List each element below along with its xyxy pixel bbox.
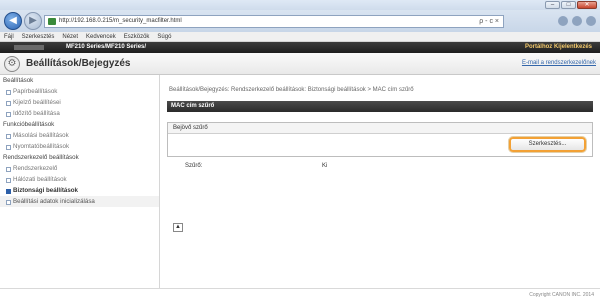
favorites-icon[interactable] xyxy=(572,16,582,26)
settings-icon[interactable] xyxy=(586,16,596,26)
sidebar-item-timer[interactable]: Időzítő beállítása xyxy=(0,108,159,119)
menu-view[interactable]: Nézet xyxy=(62,32,78,41)
page-icon xyxy=(48,18,56,25)
email-admin-link[interactable]: E-mail a rendszerkezelőnek xyxy=(522,60,596,66)
window-controls: – □ ✕ xyxy=(545,1,597,9)
menu-edit[interactable]: Szerkesztés xyxy=(22,32,55,41)
sidebar-item-system-manager[interactable]: Rendszerkezelő xyxy=(0,163,159,174)
sidebar-item-init[interactable]: Beállítási adatok inicializálása xyxy=(0,196,159,207)
browser-navbar: ◀ ▶ http://192.168.0.215/m_security_macf… xyxy=(0,10,600,32)
device-model: MF210 Series/MF210 Series/ xyxy=(66,44,147,50)
menu-file[interactable]: Fájl xyxy=(4,32,14,41)
maximize-button[interactable]: □ xyxy=(561,1,576,9)
app-topbar: MF210 Series/MF210 Series/ Portálhoz Kij… xyxy=(0,42,600,53)
settings-gear-icon: ⚙ xyxy=(4,56,20,72)
menu-bar: Fájl Szerkesztés Nézet Kedvencek Eszközö… xyxy=(0,32,600,42)
address-bar[interactable]: http://192.168.0.215/m_security_macfilte… xyxy=(44,15,504,28)
sidebar-item-network[interactable]: Hálózati beállítások xyxy=(0,174,159,185)
address-tools[interactable]: ρ - c × xyxy=(479,16,499,27)
menu-tools[interactable]: Eszközök xyxy=(124,32,150,41)
browser-icons xyxy=(558,16,596,26)
address-text: http://192.168.0.215/m_security_macfilte… xyxy=(59,18,182,24)
top-links[interactable]: Portálhoz Kijelentkezés xyxy=(525,42,592,53)
minimize-button[interactable]: – xyxy=(545,1,560,9)
forward-button[interactable]: ▶ xyxy=(24,12,42,30)
sidebar-group-functions[interactable]: Funkcióbeállítások xyxy=(0,119,159,130)
window-titlebar: – □ ✕ xyxy=(0,0,600,10)
menu-favorites[interactable]: Kedvencek xyxy=(86,32,116,41)
sidebar-item-copy[interactable]: Másolási beállítások xyxy=(0,130,159,141)
device-logo xyxy=(14,45,44,50)
copyright-text: Copyright CANON INC. 2014 xyxy=(529,292,594,298)
sidebar-item-security[interactable]: Biztonsági beállítások xyxy=(0,185,159,196)
back-button[interactable]: ◀ xyxy=(4,12,22,30)
sidebar-item-paper[interactable]: Papírbeállítások xyxy=(0,86,159,97)
close-window-button[interactable]: ✕ xyxy=(577,1,597,9)
inbound-filter-box: Bejövő szűrő Szerkesztés... xyxy=(167,122,593,157)
sidebar-group-admin[interactable]: Rendszerkezelő beállítások xyxy=(0,152,159,163)
back-to-top-icon[interactable]: ▲ xyxy=(173,223,183,232)
edit-button[interactable]: Szerkesztés... xyxy=(509,137,586,152)
filter-label: Szűrő: xyxy=(185,163,203,169)
footer: Copyright CANON INC. 2014 xyxy=(0,288,600,300)
menu-help[interactable]: Súgó xyxy=(157,32,171,41)
home-icon[interactable] xyxy=(558,16,568,26)
inbound-filter-heading: Bejövő szűrő xyxy=(168,123,592,134)
panel-title: MAC cím szűrő xyxy=(167,101,593,112)
sidebar: Beállítások Papírbeállítások Kijelző beá… xyxy=(0,75,160,288)
section-header: ⚙ Beállítások/Bejegyzés E-mail a rendsze… xyxy=(0,53,600,75)
breadcrumb: Beállítások/Bejegyzés: Rendszerkezelő be… xyxy=(169,87,414,93)
page-title: Beállítások/Bejegyzés xyxy=(26,58,131,69)
sidebar-item-printer[interactable]: Nyomtatóbeállítások xyxy=(0,141,159,152)
filter-value: Ki xyxy=(322,163,328,169)
sidebar-item-display[interactable]: Kijelző beállítései xyxy=(0,97,159,108)
sidebar-group-settings[interactable]: Beállítások xyxy=(0,75,159,86)
main-content: Beállítások/Bejegyzés: Rendszerkezelő be… xyxy=(161,75,600,288)
